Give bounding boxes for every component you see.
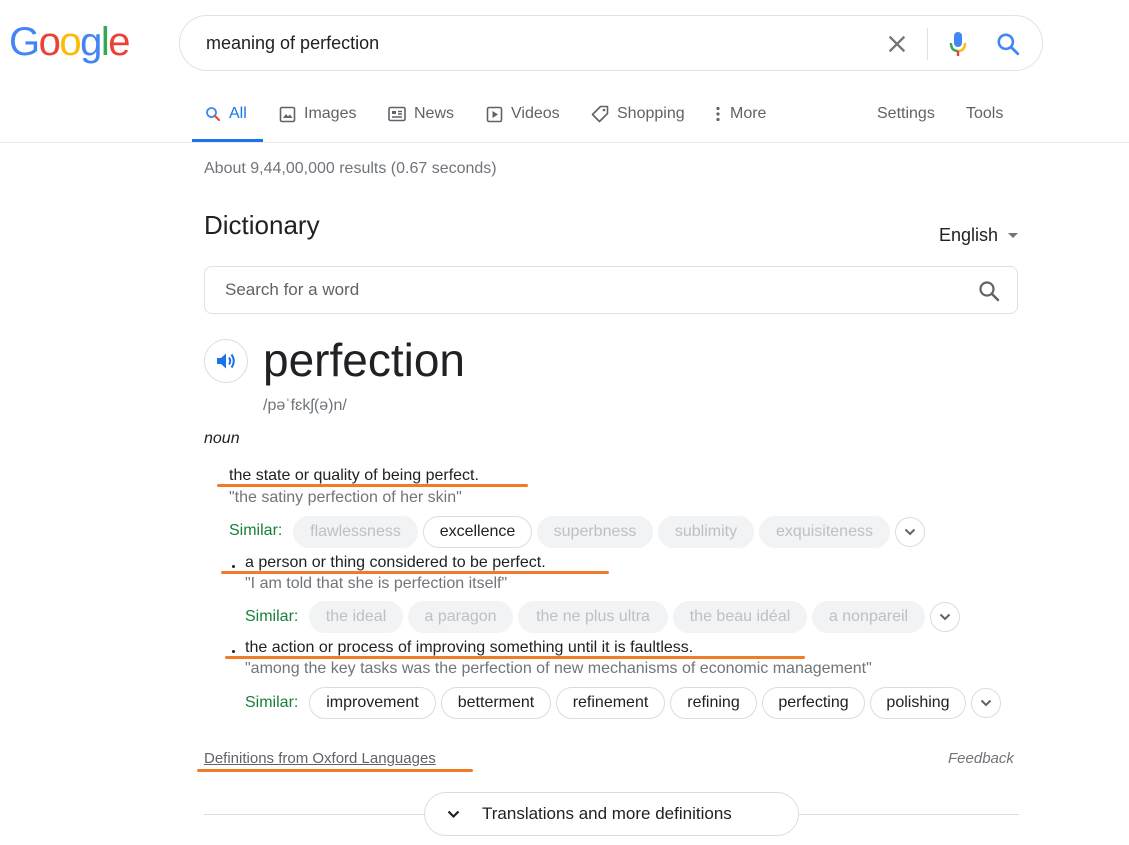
- more-vert-icon: [716, 106, 720, 122]
- similar-chip[interactable]: the ne plus ultra: [518, 601, 668, 633]
- search-divider: [927, 28, 928, 60]
- tab-label: Shopping: [617, 105, 685, 122]
- orange-underline-annotation: [221, 571, 609, 574]
- search-icon[interactable]: [995, 31, 1021, 57]
- similar-chip[interactable]: perfecting: [762, 687, 865, 719]
- orange-underline-annotation: [225, 656, 805, 659]
- tab-label: Settings: [877, 105, 935, 122]
- translations-label: Translations and more definitions: [482, 804, 732, 823]
- similar-label: Similar:: [245, 694, 299, 711]
- translations-more-button[interactable]: Translations and more definitions: [424, 792, 799, 836]
- video-icon: [486, 106, 503, 122]
- mic-icon[interactable]: [948, 30, 968, 58]
- definition-1: the state or quality of being perfect.: [229, 467, 479, 484]
- similar-chip[interactable]: the ideal: [309, 601, 403, 633]
- similar-chip[interactable]: betterment: [441, 687, 551, 719]
- orange-underline-annotation: [197, 769, 473, 772]
- similar-chip[interactable]: refinement: [556, 687, 665, 719]
- example-3: "among the key tasks was the perfection …: [245, 660, 872, 677]
- tab-shopping[interactable]: Shopping: [591, 105, 685, 123]
- example-2: "I am told that she is perfection itself…: [245, 575, 508, 592]
- similar-chip[interactable]: a paragon: [408, 601, 513, 633]
- divider: [799, 814, 1019, 815]
- speaker-icon: [217, 353, 235, 369]
- logo-letter: G: [9, 20, 40, 64]
- bullet-dot: [232, 565, 235, 568]
- part-of-speech: noun: [204, 430, 240, 447]
- similar-chip[interactable]: sublimity: [658, 516, 754, 548]
- search-icon: [206, 107, 220, 121]
- tab-label: More: [730, 105, 767, 122]
- tab-label: All: [229, 105, 247, 122]
- orange-underline-annotation: [217, 484, 528, 487]
- image-icon: [279, 106, 296, 122]
- news-icon: [388, 106, 406, 122]
- phonetic: /pəˈfɛkʃ(ə)n/: [263, 397, 347, 414]
- word-search-input[interactable]: [223, 279, 927, 301]
- search-input[interactable]: meaning of perfection: [206, 33, 379, 54]
- language-select[interactable]: English: [939, 225, 1019, 246]
- chevron-down-icon: [980, 699, 992, 707]
- tab-label: Videos: [511, 105, 560, 122]
- tab-videos[interactable]: Videos: [486, 105, 560, 123]
- chevron-down-icon: [447, 810, 460, 818]
- search-tabs: All Images News Videos Shopping More Set…: [0, 90, 1129, 143]
- google-logo[interactable]: Google: [9, 20, 130, 65]
- result-stats: About 9,44,00,000 results (0.67 seconds): [204, 160, 497, 177]
- expand-similar-button[interactable]: [895, 517, 925, 547]
- logo-letter: o: [59, 20, 81, 64]
- search-box[interactable]: meaning of perfection: [179, 15, 1043, 71]
- tag-icon: [591, 105, 609, 123]
- similar-label: Similar:: [229, 522, 283, 539]
- similar-chip[interactable]: polishing: [870, 687, 966, 719]
- tab-news[interactable]: News: [388, 105, 454, 123]
- feedback-link[interactable]: Feedback: [948, 750, 1014, 767]
- tab-images[interactable]: Images: [279, 105, 356, 123]
- oxford-source-link[interactable]: Definitions from Oxford Languages: [204, 750, 436, 767]
- similar-chip[interactable]: superbness: [537, 516, 653, 548]
- similar-chip[interactable]: the beau idéal: [673, 601, 807, 633]
- active-tab-indicator: [192, 139, 263, 142]
- tab-label: Tools: [966, 105, 1004, 122]
- expand-similar-button[interactable]: [930, 602, 960, 632]
- similar-chip[interactable]: excellence: [423, 516, 532, 548]
- close-icon[interactable]: [883, 30, 911, 58]
- tab-label: Images: [304, 105, 357, 122]
- pronounce-button[interactable]: [204, 339, 248, 383]
- similar-chip[interactable]: improvement: [309, 687, 436, 719]
- similar-chip[interactable]: flawlessness: [293, 516, 418, 548]
- logo-letter: e: [108, 20, 130, 64]
- tab-settings[interactable]: Settings: [877, 105, 935, 123]
- tab-more[interactable]: More: [714, 105, 766, 123]
- chevron-down-icon: [904, 528, 916, 536]
- definition-2: a person or thing considered to be perfe…: [245, 554, 546, 571]
- example-1: "the satiny perfection of her skin": [229, 489, 462, 506]
- logo-letter: o: [38, 20, 61, 64]
- expand-similar-button[interactable]: [971, 688, 1001, 718]
- search-icon[interactable]: [977, 279, 1001, 303]
- dictionary-title: Dictionary: [204, 210, 320, 240]
- divider: [204, 814, 424, 815]
- language-label: English: [939, 225, 999, 245]
- definition-3: the action or process of improving somet…: [245, 639, 694, 656]
- caret-down-icon: [1008, 233, 1019, 238]
- chevron-down-icon: [939, 613, 951, 621]
- similar-chip[interactable]: refining: [670, 687, 757, 719]
- tab-all[interactable]: All: [205, 105, 247, 123]
- word-search-box[interactable]: [204, 266, 1018, 314]
- bullet-dot: [232, 650, 235, 653]
- headword: perfection: [263, 334, 466, 386]
- similar-chip[interactable]: a nonpareil: [812, 601, 925, 633]
- tab-label: News: [414, 105, 455, 122]
- similar-label: Similar:: [245, 608, 299, 625]
- similar-chip[interactable]: exquisiteness: [759, 516, 890, 548]
- logo-letter: g: [80, 20, 102, 64]
- tab-tools[interactable]: Tools: [966, 105, 1003, 123]
